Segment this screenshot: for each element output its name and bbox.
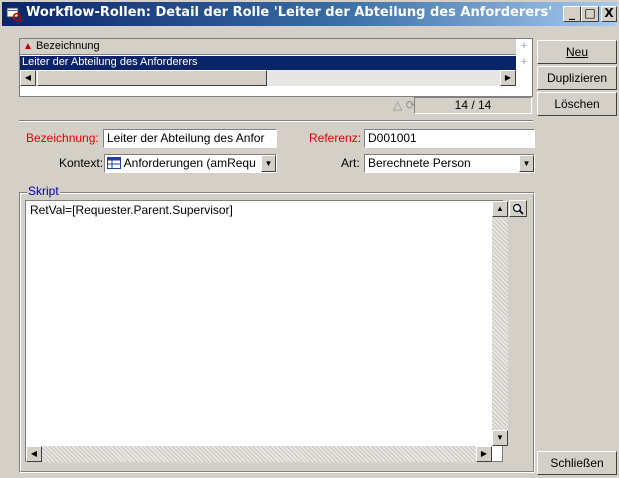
scroll-up-icon[interactable]: ▲ <box>492 201 508 217</box>
chevron-down-icon[interactable]: ▼ <box>519 155 534 172</box>
scroll-right-icon[interactable]: ▶ <box>476 446 492 462</box>
delete-button[interactable]: Löschen <box>537 92 617 116</box>
navigation-icons[interactable]: △ ⟳ <box>393 98 416 112</box>
kontext-label: Kontext: <box>59 156 104 170</box>
table-icon <box>107 157 121 169</box>
bezeichnung-label: Bezeichnung: <box>26 131 99 145</box>
search-icon <box>512 203 524 215</box>
column-header-label: Bezeichnung <box>35 40 100 52</box>
editor-vertical-scrollbar[interactable]: ▲ ▼ <box>492 201 508 446</box>
close-button[interactable]: X <box>601 6 617 22</box>
expand-icon[interactable]: + <box>516 55 532 70</box>
scroll-right-icon[interactable]: ▶ <box>500 70 516 86</box>
maximize-button[interactable]: □ <box>581 6 599 22</box>
search-button[interactable] <box>509 200 527 217</box>
chevron-down-icon[interactable]: ▼ <box>261 155 276 172</box>
list-horizontal-scrollbar[interactable]: ◀ ▶ <box>20 70 516 86</box>
add-column-icon[interactable]: + <box>516 39 532 54</box>
scroll-left-icon[interactable]: ◀ <box>20 70 36 86</box>
separator <box>19 120 533 122</box>
minimize-button[interactable]: _ <box>563 6 581 22</box>
list-item[interactable]: Leiter der Abteilung des Anforderers <box>20 56 516 70</box>
referenz-field[interactable]: D001001 <box>364 129 535 148</box>
close-window-button[interactable]: Schließen <box>537 451 617 475</box>
new-button[interactable]: Neu <box>537 40 617 64</box>
title-bar[interactable]: Workflow-Rollen: Detail der Rolle 'Leite… <box>2 2 617 26</box>
art-combo[interactable]: Berechnete Person ▼ <box>364 154 535 173</box>
script-group-label: Skript <box>27 184 60 198</box>
column-header-bezeichnung[interactable]: ▲ Bezeichnung <box>20 39 516 55</box>
bezeichnung-field[interactable]: Leiter der Abteilung des Anfor <box>103 129 277 148</box>
art-label: Art: <box>341 156 360 170</box>
kontext-value: Anforderungen (amRequ <box>123 156 256 170</box>
script-code[interactable]: RetVal=[Requester.Parent.Supervisor] <box>30 203 233 217</box>
script-editor[interactable]: RetVal=[Requester.Parent.Supervisor] ▲ ▼… <box>25 200 508 462</box>
scroll-thumb[interactable] <box>37 70 267 86</box>
scroll-down-icon[interactable]: ▼ <box>492 430 508 446</box>
art-value: Berechnete Person <box>368 156 471 170</box>
app-icon <box>6 7 22 22</box>
record-counter: 14 / 14 <box>414 97 532 114</box>
duplicate-button[interactable]: Duplizieren <box>537 66 617 90</box>
editor-horizontal-scrollbar[interactable]: ◀ ▶ <box>26 446 492 462</box>
kontext-combo[interactable]: Anforderungen (amRequ ▼ <box>104 154 277 173</box>
referenz-label: Referenz: <box>309 131 362 145</box>
sort-ascending-icon: ▲ <box>23 41 33 52</box>
scroll-left-icon[interactable]: ◀ <box>26 446 42 462</box>
workflow-role-detail-window: Workflow-Rollen: Detail der Rolle 'Leite… <box>0 0 619 478</box>
triangle-icon[interactable]: △ <box>393 98 402 112</box>
role-list[interactable]: ▲ Bezeichnung + Leiter der Abteilung des… <box>19 38 533 97</box>
window-title: Workflow-Rollen: Detail der Rolle 'Leite… <box>26 5 553 20</box>
